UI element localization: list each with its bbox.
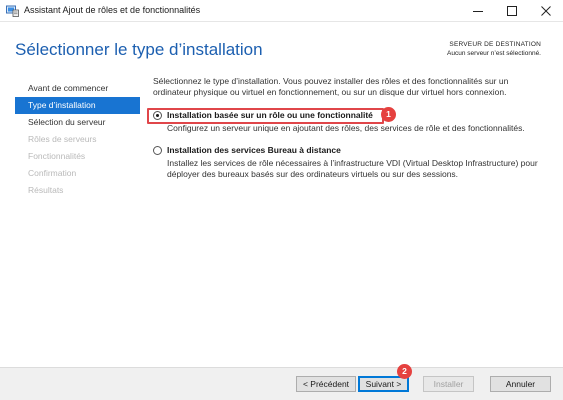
nav-item-fonctionnalites: Fonctionnalités	[28, 151, 86, 161]
annotation-badge-2: 2	[397, 364, 412, 379]
destination-server-value: Aucun serveur n’est sélectionné.	[447, 50, 541, 57]
install-button: Installer	[423, 376, 474, 392]
maximize-icon	[507, 6, 517, 16]
cancel-button[interactable]: Annuler	[490, 376, 551, 392]
window-title: Assistant Ajout de rôles et de fonctionn…	[24, 5, 201, 15]
destination-server-label: SERVEUR DE DESTINATION	[449, 41, 541, 48]
title-bar: Assistant Ajout de rôles et de fonctionn…	[0, 0, 563, 22]
previous-button[interactable]: < Précédent	[296, 376, 356, 392]
nav-item-roles-serveurs: Rôles de serveurs	[28, 134, 97, 144]
nav-item-type-installation[interactable]: Type d’installation	[15, 97, 140, 114]
minimize-button[interactable]	[461, 0, 495, 22]
nav-item-resultats: Résultats	[28, 185, 64, 195]
footer-bar	[0, 367, 563, 400]
page-title: Sélectionner le type d’installation	[15, 40, 263, 59]
nav-item-avant-de-commencer[interactable]: Avant de commencer	[15, 80, 140, 97]
nav-item-selection-serveur[interactable]: Sélection du serveur	[15, 114, 140, 131]
maximize-button[interactable]	[495, 0, 529, 22]
annotation-highlight-box	[147, 108, 384, 124]
option-description: Installez les services de rôle nécessair…	[167, 158, 538, 179]
close-button[interactable]	[529, 0, 563, 22]
radio-remote-desktop[interactable]	[153, 146, 162, 155]
close-icon	[541, 6, 551, 16]
annotation-badge-1: 1	[381, 107, 396, 122]
server-manager-icon	[6, 5, 19, 17]
nav-item-confirmation: Confirmation	[28, 168, 77, 178]
wizard-steps-nav: Avant de commencer Type d’installation S…	[15, 80, 140, 199]
intro-text: Sélectionnez le type d’installation. Vou…	[153, 76, 509, 97]
minimize-icon	[473, 11, 483, 12]
option-label[interactable]: Installation des services Bureau à dista…	[167, 145, 341, 155]
option-description: Configurez un serveur unique en ajoutant…	[167, 123, 525, 133]
